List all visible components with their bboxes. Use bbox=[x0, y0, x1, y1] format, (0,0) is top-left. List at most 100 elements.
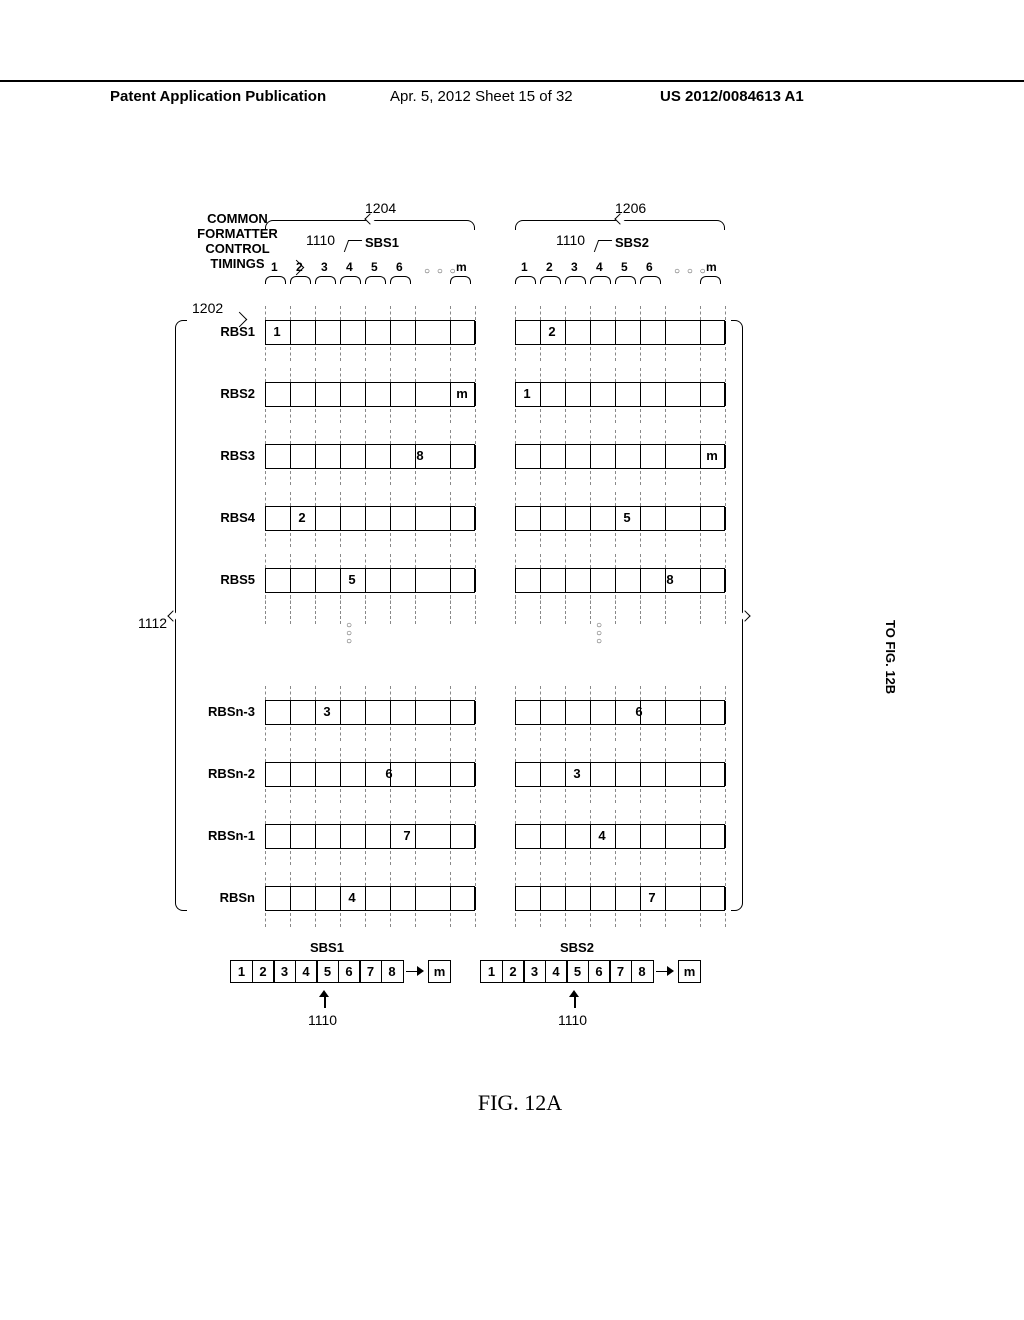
label-sbs2-bottom: SBS2 bbox=[560, 940, 594, 955]
cell-value: 3 bbox=[566, 766, 588, 781]
ref-1110-sbs1: 1110 bbox=[306, 232, 335, 248]
tick-row bbox=[515, 851, 725, 859]
seq-cell: 6 bbox=[338, 960, 361, 983]
cell-value: 7 bbox=[641, 890, 663, 905]
label-to-fig-12b: TO FIG. 12B bbox=[883, 620, 898, 694]
tick-row bbox=[515, 686, 725, 694]
seq-cell: 1 bbox=[480, 960, 503, 983]
row-grid bbox=[265, 824, 475, 849]
timing-col-label: 5 bbox=[621, 260, 628, 274]
cell-value: 7 bbox=[396, 828, 418, 843]
cell-value: m bbox=[701, 448, 723, 463]
arrow-up-1110b bbox=[570, 990, 580, 1013]
timing-col-brace bbox=[365, 276, 386, 284]
tick-row bbox=[515, 306, 725, 314]
tick-row bbox=[265, 872, 475, 880]
timing-col-brace bbox=[640, 276, 661, 284]
ref-1112: 1112 bbox=[138, 615, 167, 631]
ref-1110-bottom-a: 1110 bbox=[308, 1012, 337, 1028]
seq-cell: 2 bbox=[502, 960, 525, 983]
tick-row bbox=[265, 727, 475, 735]
row-grid bbox=[265, 568, 475, 593]
seq-cell: 3 bbox=[273, 960, 296, 983]
row-grid bbox=[515, 700, 725, 725]
tick-row bbox=[265, 554, 475, 562]
tick-row bbox=[515, 368, 725, 376]
page: Patent Application Publication Apr. 5, 2… bbox=[0, 0, 1024, 1320]
row-label: RBS2 bbox=[195, 386, 255, 401]
seq-cell-m: m bbox=[428, 960, 451, 983]
timing-col-label: 2 bbox=[546, 260, 553, 274]
row-grid bbox=[515, 762, 725, 787]
row-label: RBSn-2 bbox=[195, 766, 255, 781]
cell-value: 5 bbox=[616, 510, 638, 525]
tick-row bbox=[265, 368, 475, 376]
timing-col-brace bbox=[340, 276, 361, 284]
seq-cell: 7 bbox=[609, 960, 632, 983]
tick-row bbox=[515, 347, 725, 355]
label-sbs1-bottom: SBS1 bbox=[310, 940, 344, 955]
row-grid bbox=[515, 886, 725, 911]
ellipsis-cols-sbs2: ○ ○ ○ bbox=[674, 266, 708, 277]
cell-value: 1 bbox=[516, 386, 538, 401]
ref-1202: 1202 bbox=[192, 300, 223, 316]
row-grid bbox=[265, 762, 475, 787]
ref-1110-bottom-b: 1110 bbox=[558, 1012, 587, 1028]
hook-1110a bbox=[344, 240, 362, 252]
tick-row bbox=[265, 471, 475, 479]
timing-col-label: 3 bbox=[321, 260, 328, 274]
timing-col-label: 3 bbox=[571, 260, 578, 274]
row-label: RBSn bbox=[195, 890, 255, 905]
tick-row bbox=[265, 851, 475, 859]
seq-cell: 4 bbox=[545, 960, 568, 983]
timing-col-brace bbox=[290, 276, 311, 284]
timing-col-label: 1 bbox=[521, 260, 528, 274]
seq-cell: 5 bbox=[566, 960, 589, 983]
row-grid bbox=[515, 568, 725, 593]
header-rule bbox=[0, 80, 1024, 82]
row-grid bbox=[265, 320, 475, 345]
row-grid bbox=[265, 700, 475, 725]
cell-value: 8 bbox=[659, 572, 681, 587]
tick-row bbox=[515, 789, 725, 797]
cell-value: 4 bbox=[591, 828, 613, 843]
timing-col-brace bbox=[590, 276, 611, 284]
tick-row bbox=[515, 492, 725, 500]
tick-row bbox=[265, 596, 475, 604]
tick-row bbox=[515, 727, 725, 735]
timing-col-label: 6 bbox=[646, 260, 653, 274]
row-grid bbox=[265, 382, 475, 407]
timing-col-brace bbox=[515, 276, 536, 284]
row-grid bbox=[265, 886, 475, 911]
cell-value: 3 bbox=[316, 704, 338, 719]
cell-value: 8 bbox=[409, 448, 431, 463]
row-grid bbox=[515, 382, 725, 407]
tick-row bbox=[515, 430, 725, 438]
ellipsis-rows-sbs1: ○○○ bbox=[346, 622, 352, 646]
brace-1112 bbox=[175, 320, 187, 911]
row-grid bbox=[515, 444, 725, 469]
arrow-up-1110a bbox=[320, 990, 330, 1013]
timing-col-brace bbox=[265, 276, 286, 284]
tick-row bbox=[515, 533, 725, 541]
timing-col-label: 4 bbox=[596, 260, 603, 274]
figure-caption: FIG. 12A bbox=[120, 1090, 920, 1116]
timing-col-brace bbox=[540, 276, 561, 284]
tick-row bbox=[265, 748, 475, 756]
cell-value: 6 bbox=[378, 766, 400, 781]
tick-row bbox=[265, 686, 475, 694]
tick-row bbox=[515, 596, 725, 604]
tick-row bbox=[515, 471, 725, 479]
row-grid bbox=[265, 444, 475, 469]
bottom-seq-sbs2: 12345678m bbox=[480, 960, 700, 983]
seq-cell: 7 bbox=[359, 960, 382, 983]
tick-row bbox=[265, 492, 475, 500]
tick-row bbox=[265, 810, 475, 818]
seq-cell: 6 bbox=[588, 960, 611, 983]
cell-value: 2 bbox=[291, 510, 313, 525]
timing-col-brace bbox=[565, 276, 586, 284]
tick-row bbox=[265, 789, 475, 797]
label-sbs2-top: SBS2 bbox=[615, 235, 649, 250]
seq-cell: 2 bbox=[252, 960, 275, 983]
seq-cell: 3 bbox=[523, 960, 546, 983]
